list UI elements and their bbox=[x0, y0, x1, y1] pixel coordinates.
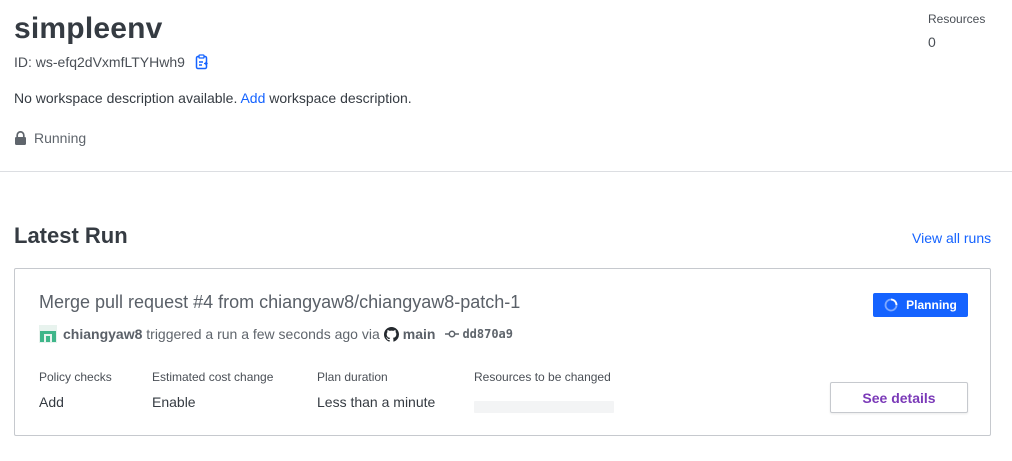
workspace-id: ID: ws-efq2dVxmfLTYHwh9 bbox=[14, 54, 210, 70]
description-text: No workspace description available. bbox=[14, 90, 238, 106]
status-badge-label: Planning bbox=[906, 298, 957, 312]
avatar bbox=[39, 325, 57, 343]
view-all-runs-link[interactable]: View all runs bbox=[912, 230, 991, 246]
run-title[interactable]: Merge pull request #4 from chiangyaw8/ch… bbox=[39, 292, 520, 313]
workspace-title: simpleenv bbox=[14, 12, 163, 45]
policy-checks-label: Policy checks bbox=[39, 370, 112, 384]
plan-duration-value: Less than a minute bbox=[317, 394, 436, 410]
cost-change-label: Estimated cost change bbox=[152, 370, 274, 384]
divider bbox=[0, 171, 1012, 172]
resources-label: Resources bbox=[928, 12, 986, 26]
plan-duration-label: Plan duration bbox=[317, 370, 388, 384]
run-branch[interactable]: main bbox=[403, 326, 436, 342]
workspace-description: No workspace description available. Add … bbox=[14, 90, 412, 106]
cost-change-value[interactable]: Enable bbox=[152, 394, 196, 410]
status-badge: Planning bbox=[873, 293, 968, 317]
run-commit[interactable]: dd870a9 bbox=[445, 327, 513, 341]
workspace-id-text: ID: ws-efq2dVxmfLTYHwh9 bbox=[14, 54, 185, 70]
resources-value: 0 bbox=[928, 34, 936, 50]
run-meta: chiangyaw8 triggered a run a few seconds… bbox=[39, 325, 513, 343]
copy-icon[interactable] bbox=[194, 54, 210, 70]
description-suffix: workspace description. bbox=[269, 90, 412, 106]
see-details-button[interactable]: See details bbox=[830, 382, 968, 413]
latest-run-heading: Latest Run bbox=[14, 223, 128, 248]
policy-checks-value[interactable]: Add bbox=[39, 394, 64, 410]
resources-changed-placeholder bbox=[474, 401, 614, 413]
resources-changed-label: Resources to be changed bbox=[474, 370, 611, 384]
status-text: Running bbox=[34, 130, 87, 146]
commit-icon bbox=[445, 330, 460, 338]
lock-icon bbox=[15, 131, 26, 145]
workspace-status: Running bbox=[14, 130, 86, 146]
github-icon bbox=[383, 326, 399, 342]
run-trigger-text: triggered a run a few seconds ago via bbox=[146, 326, 380, 342]
run-user[interactable]: chiangyaw8 bbox=[63, 326, 142, 342]
add-description-link[interactable]: Add bbox=[240, 90, 265, 106]
spinner-icon bbox=[884, 298, 898, 312]
commit-sha: dd870a9 bbox=[462, 327, 514, 341]
